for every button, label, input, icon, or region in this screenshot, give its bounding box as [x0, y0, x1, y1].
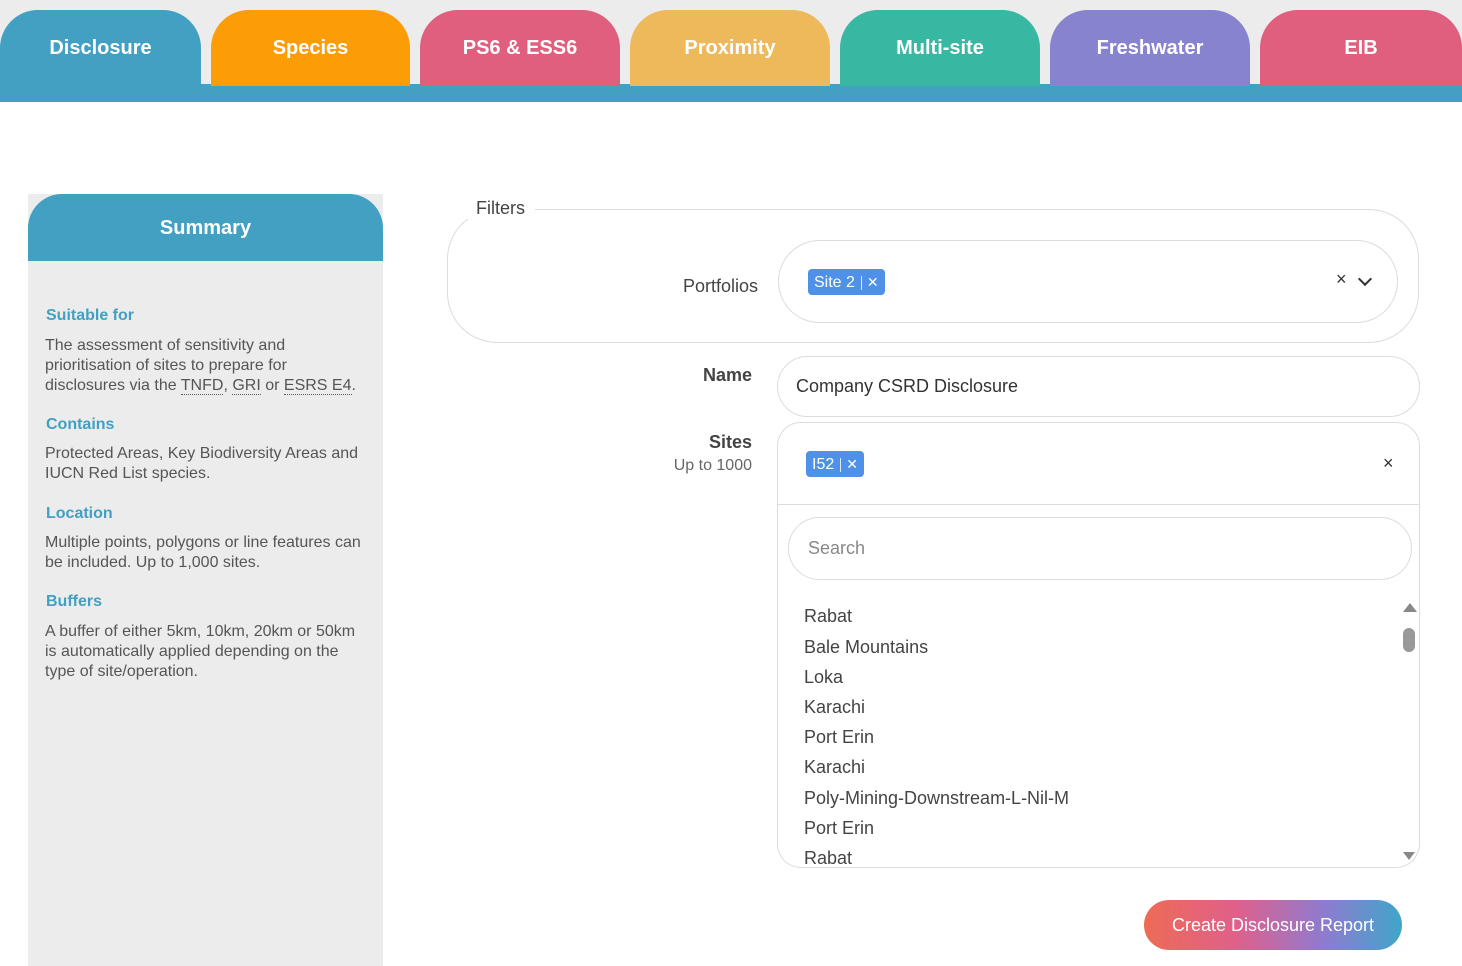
portfolios-label: Portfolios	[682, 276, 758, 296]
text-separator: or	[260, 377, 284, 394]
tab-label: Species	[272, 37, 349, 59]
location-heading: Location	[46, 505, 113, 522]
chip-label: I52	[812, 456, 835, 473]
tab-label: Proximity	[684, 37, 776, 59]
contains-text: Protected Areas, Key Biodiversity Areas …	[45, 445, 359, 482]
sites-search-input[interactable]: Search	[788, 517, 1412, 580]
list-item[interactable]: Port Erin	[804, 818, 874, 839]
tab-disclosure[interactable]: Disclosure	[0, 10, 201, 102]
summary-panel: Summary Suitable for The assessment of s…	[28, 194, 383, 966]
list-item[interactable]: Karachi	[804, 757, 865, 778]
create-disclosure-report-button[interactable]: Create Disclosure Report	[1144, 900, 1402, 950]
sites-dropdown: Search Rabat Bale Mountains Loka Karachi…	[777, 505, 1420, 868]
chip-remove-icon[interactable]: ✕	[867, 274, 879, 290]
list-item[interactable]: Bale Mountains	[804, 637, 928, 658]
list-item[interactable]: Rabat	[804, 606, 852, 627]
contains-heading: Contains	[46, 416, 115, 433]
chevron-down-icon[interactable]	[1357, 271, 1373, 287]
text-separator: ,	[223, 377, 233, 394]
list-item[interactable]: Karachi	[804, 697, 865, 718]
scroll-up-icon[interactable]	[1403, 603, 1417, 612]
tnfd-abbr: TNFD	[180, 377, 224, 395]
buffers-text: A buffer of either 5km, 10km, 20km or 50…	[45, 623, 356, 680]
name-input[interactable]: Company CSRD Disclosure	[777, 356, 1420, 417]
buffers-heading: Buffers	[46, 593, 103, 610]
gri-abbr: GRI	[232, 377, 261, 395]
list-item[interactable]: Poly-Mining-Downstream-L-Nil-M	[804, 788, 1069, 809]
tab-label: Freshwater	[1096, 37, 1204, 59]
list-item[interactable]: Loka	[804, 667, 843, 688]
portfolios-select[interactable]: Site 2 ✕ ×	[778, 240, 1398, 323]
portfolio-chip: Site 2 ✕	[808, 269, 885, 295]
chip-separator	[840, 457, 842, 472]
tab-label: PS6 & ESS6	[462, 37, 578, 59]
filters-legend: Filters	[466, 198, 535, 219]
sites-label: Sites	[708, 432, 752, 452]
summary-title: Summary	[28, 194, 383, 261]
chip-separator	[860, 275, 862, 290]
site-chip: I52 ✕	[806, 451, 864, 477]
chip-label: Site 2	[814, 274, 855, 291]
tab-bar: Disclosure Species PS6 & ESS6 Proximity …	[0, 0, 1462, 102]
tab-ps6-ess6[interactable]: PS6 & ESS6	[420, 10, 620, 86]
tab-underline	[0, 84, 1462, 102]
suitable-for-text: The assessment of sensitivity and priori…	[45, 336, 365, 396]
tab-proximity[interactable]: Proximity	[630, 10, 830, 86]
sites-select[interactable]: I52 ✕ ×	[777, 422, 1420, 505]
chip-remove-icon[interactable]: ✕	[846, 456, 858, 472]
tab-species[interactable]: Species	[211, 10, 410, 86]
sites-sublabel: Up to 1000	[673, 457, 752, 474]
suitable-for-heading: Suitable for	[46, 307, 135, 324]
name-label: Name	[702, 365, 752, 385]
tab-label: Multi-site	[896, 37, 984, 59]
text-end: .	[351, 377, 356, 394]
tab-label: Disclosure	[49, 37, 152, 59]
tab-multi-site[interactable]: Multi-site	[840, 10, 1040, 86]
scrollbar-thumb[interactable]	[1403, 628, 1415, 652]
scroll-down-icon[interactable]	[1403, 852, 1415, 860]
tab-eib[interactable]: EIB	[1260, 10, 1462, 86]
tab-freshwater[interactable]: Freshwater	[1050, 10, 1250, 86]
list-item[interactable]: Rabat	[804, 848, 852, 867]
tab-label: EIB	[1344, 37, 1378, 59]
location-text: Multiple points, polygons or line featur…	[45, 534, 361, 571]
clear-sites-icon[interactable]: ×	[1383, 453, 1394, 474]
esrs-e4-abbr: ESRS E4	[283, 377, 352, 395]
list-item[interactable]: Port Erin	[804, 727, 874, 748]
clear-portfolios-icon[interactable]: ×	[1336, 269, 1347, 290]
